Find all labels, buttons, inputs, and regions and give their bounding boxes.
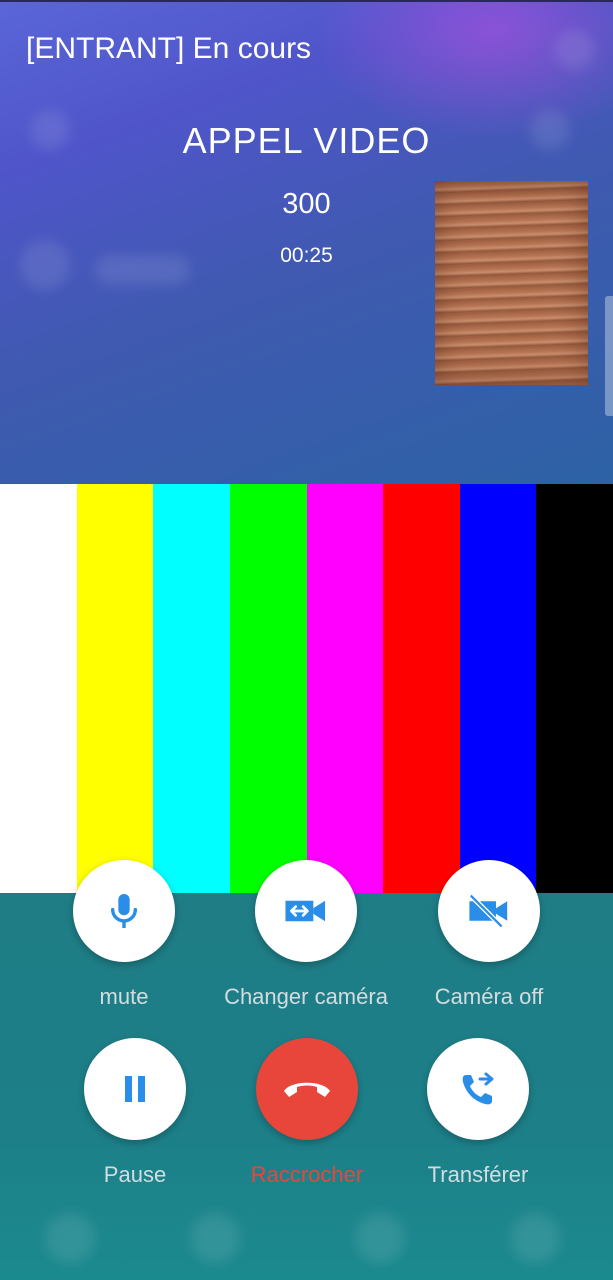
color-bar-cyan: [153, 484, 230, 893]
switch-camera-label: Changer caméra: [224, 984, 388, 1009]
pause-icon: [121, 1074, 149, 1104]
background-blur: [510, 1213, 560, 1263]
local-camera-preview[interactable]: [435, 181, 588, 385]
color-bar-white: [0, 484, 77, 893]
status-bar-line: [0, 0, 613, 2]
color-bar-green: [229, 484, 307, 893]
call-type-title: APPEL VIDEO: [182, 120, 431, 161]
microphone-icon: [107, 891, 141, 931]
color-bar-blue: [459, 484, 537, 893]
background-blur: [355, 1213, 405, 1263]
scroll-handle[interactable]: [605, 296, 613, 416]
background-blur: [45, 1213, 95, 1263]
color-bar-yellow: [76, 484, 154, 893]
call-header: [ENTRANT] En cours APPEL VIDEO 300 00:25: [0, 0, 613, 484]
switch-camera-icon: [284, 896, 328, 926]
transfer-label: Transférer: [427, 1162, 529, 1187]
camera-off-button[interactable]: [438, 860, 540, 962]
background-blur: [190, 1213, 240, 1263]
pause-button[interactable]: [84, 1038, 186, 1140]
remote-video-test-pattern: [0, 484, 613, 893]
transfer-call-icon: [458, 1069, 498, 1109]
background-blur: [555, 30, 595, 70]
hangup-button[interactable]: [256, 1038, 358, 1140]
pause-label: Pause: [103, 1162, 167, 1187]
camera-off-label: Caméra off: [434, 984, 544, 1009]
color-bar-black: [536, 484, 613, 893]
mute-label: mute: [99, 984, 149, 1009]
hangup-phone-icon: [281, 1077, 333, 1101]
camera-off-icon: [468, 894, 510, 928]
call-status: [ENTRANT] En cours: [26, 32, 312, 65]
color-bar-magenta: [306, 484, 384, 893]
color-bar-red: [383, 484, 460, 893]
switch-camera-button[interactable]: [255, 860, 357, 962]
mute-button[interactable]: [73, 860, 175, 962]
hangup-label: Raccrocher: [250, 1162, 364, 1187]
transfer-button[interactable]: [427, 1038, 529, 1140]
